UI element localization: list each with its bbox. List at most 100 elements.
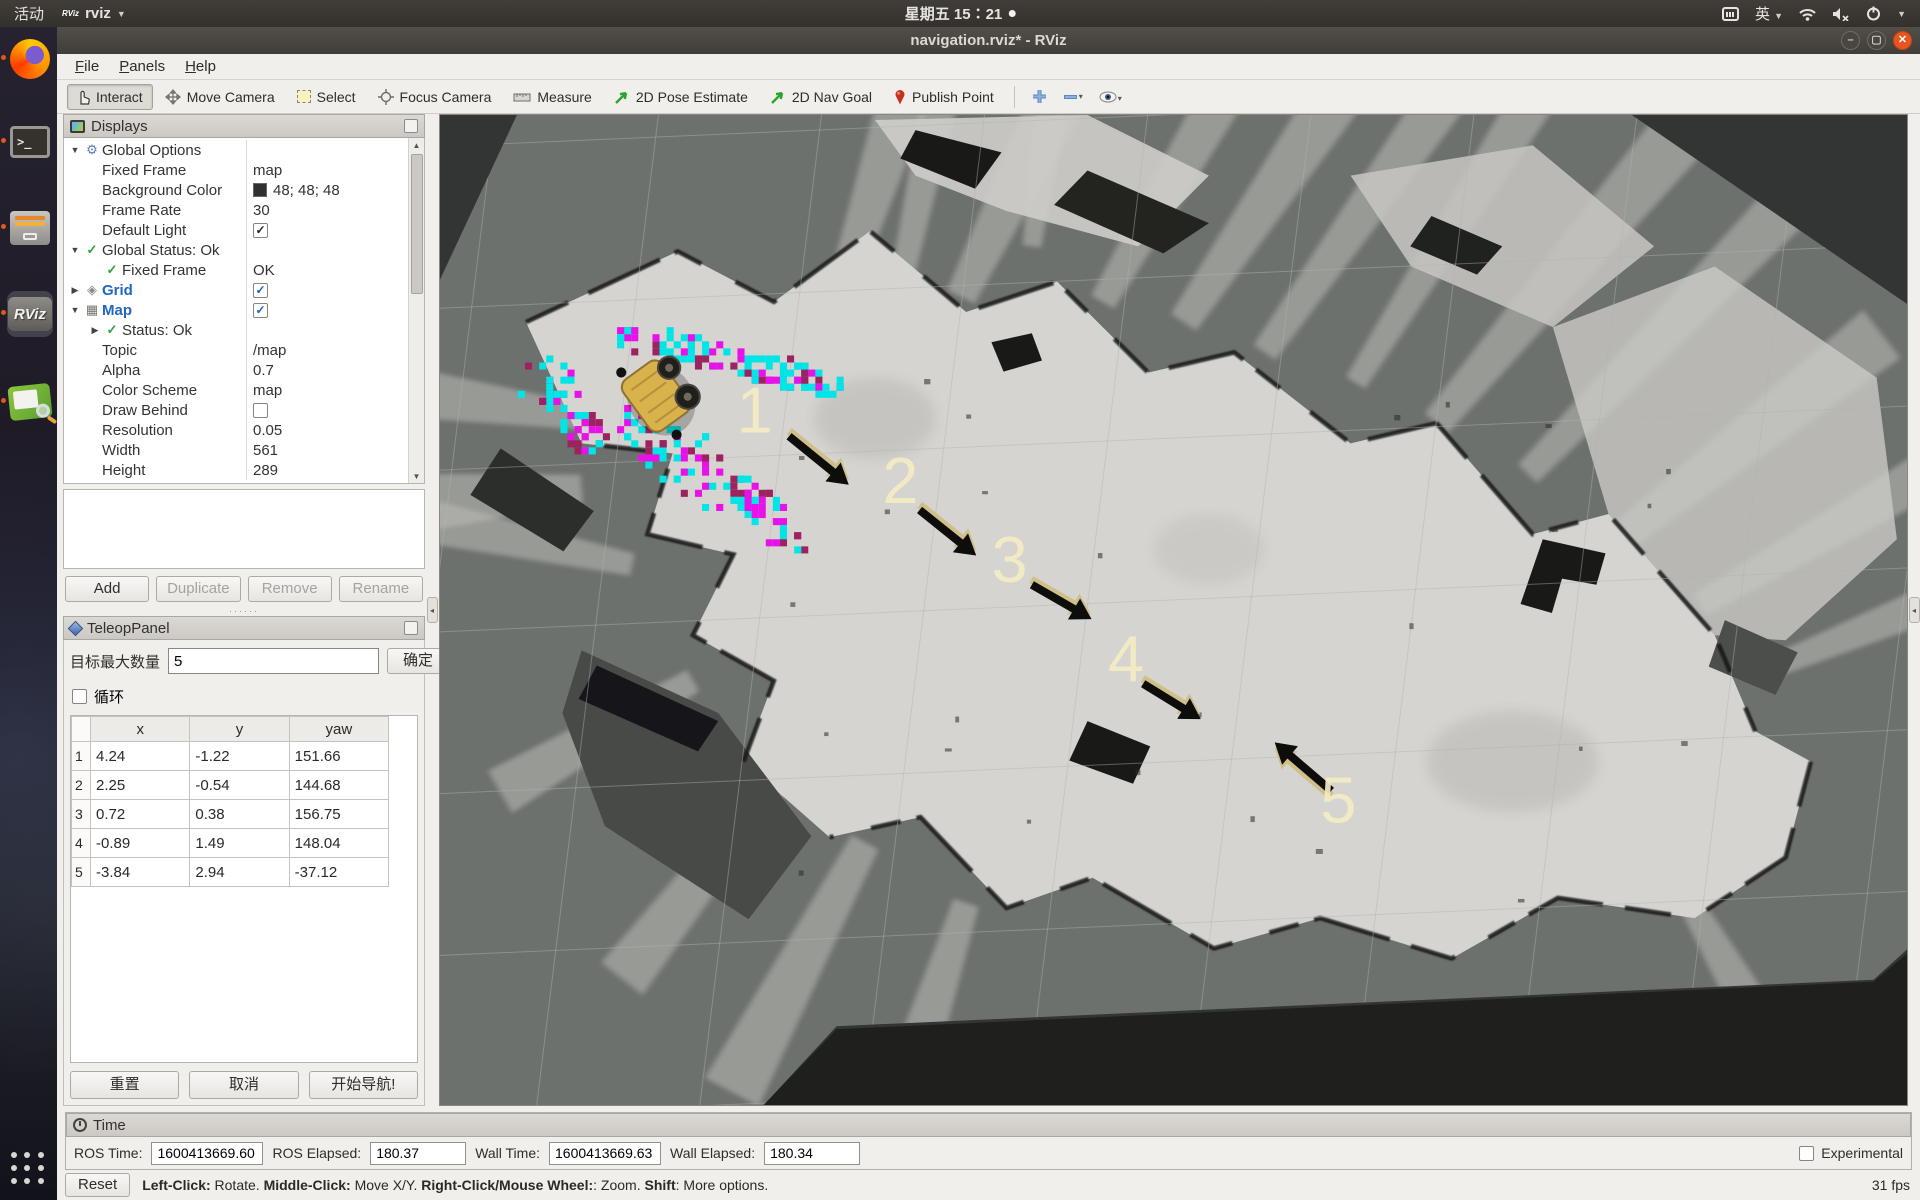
row-header[interactable]: 4 [72, 829, 91, 858]
show-applications-button[interactable] [11, 1152, 46, 1186]
scroll-thumb[interactable] [411, 154, 423, 294]
add-display-button[interactable]: Add [65, 576, 149, 602]
dock-item-terminal[interactable]: >_ [7, 119, 53, 165]
property-value[interactable]: map [246, 380, 408, 400]
cancel-button[interactable]: 取消 [189, 1071, 298, 1099]
tool-2d-nav-goal[interactable]: 2D Nav Goal [760, 84, 882, 110]
tree-scrollbar[interactable]: ▲ ▼ [408, 138, 424, 483]
property-row[interactable]: ▼▦Map✓ [64, 300, 408, 320]
map-canvas[interactable]: 12345 [440, 115, 1907, 1105]
menu-file[interactable]: File [65, 55, 109, 78]
scroll-up-icon[interactable]: ▲ [413, 138, 421, 152]
property-value[interactable] [246, 140, 408, 160]
property-row[interactable]: Alpha0.7 [64, 360, 408, 380]
property-value[interactable]: OK [246, 260, 408, 280]
waypoint-cell[interactable]: 2.94 [190, 858, 289, 887]
3d-view[interactable]: 12345 [439, 114, 1908, 1106]
activities-button[interactable]: 活动 [14, 3, 44, 24]
property-checkbox[interactable]: ✓ [253, 303, 268, 318]
waypoint-cell[interactable]: -1.22 [190, 742, 289, 771]
input-method-switcher[interactable]: 英 ▼ [1755, 3, 1783, 24]
property-value[interactable]: 561 [246, 440, 408, 460]
row-header[interactable]: 3 [72, 800, 91, 829]
tool-properties-button[interactable]: ▾ [1092, 87, 1129, 107]
waypoint-cell[interactable]: -3.84 [91, 858, 190, 887]
property-value[interactable]: ✓ [246, 220, 408, 240]
ros-elapsed-input[interactable] [370, 1142, 466, 1165]
property-row[interactable]: Draw Behind [64, 400, 408, 420]
minimize-button[interactable]: – [1841, 31, 1860, 50]
displays-panel-header[interactable]: Displays [63, 114, 425, 138]
property-value[interactable]: 48; 48; 48 [246, 180, 408, 200]
right-panel-collapse-handle[interactable]: ◂ [1909, 597, 1920, 623]
expander-icon[interactable]: ▼ [68, 245, 82, 255]
property-row[interactable]: ▶✓Status: Ok [64, 320, 408, 340]
expander-icon[interactable]: ▶ [88, 325, 102, 336]
waypoint-cell[interactable]: -0.54 [190, 771, 289, 800]
add-tool-button[interactable] [1025, 85, 1054, 108]
property-row[interactable]: ▼✓Global Status: Ok [64, 240, 408, 260]
teleop-panel-header[interactable]: TeleopPanel [63, 616, 425, 640]
wall-elapsed-input[interactable] [764, 1142, 860, 1165]
property-row[interactable]: Fixed Framemap [64, 160, 408, 180]
waypoint-cell[interactable]: 0.72 [91, 800, 190, 829]
property-checkbox[interactable]: ✓ [253, 283, 268, 298]
row-header[interactable]: 2 [72, 771, 91, 800]
property-row[interactable]: Width561 [64, 440, 408, 460]
property-value[interactable] [246, 400, 408, 420]
tool-select[interactable]: Select [287, 84, 366, 110]
waypoint-cell[interactable]: 4.24 [91, 742, 190, 771]
waypoint-cell[interactable]: 1.49 [190, 829, 289, 858]
tool-interact[interactable]: Interact [67, 84, 153, 110]
wall-time-input[interactable] [549, 1142, 661, 1165]
column-header[interactable]: x [91, 717, 190, 742]
property-row[interactable]: Height289 [64, 460, 408, 480]
goal-count-input[interactable] [168, 648, 379, 674]
tool-measure[interactable]: Measure [503, 84, 601, 110]
system-menu-chevron[interactable]: ▼ [1897, 9, 1906, 19]
property-row[interactable]: ▼⚙Global Options [64, 140, 408, 160]
waypoint-cell[interactable]: 151.66 [289, 742, 388, 771]
close-button[interactable]: ✕ [1893, 31, 1912, 50]
color-swatch[interactable] [253, 183, 267, 197]
reset-button[interactable]: Reset [65, 1173, 130, 1197]
waypoint-cell[interactable]: -37.12 [289, 858, 388, 887]
property-row[interactable]: Resolution0.05 [64, 420, 408, 440]
displays-filter-area[interactable] [63, 489, 425, 569]
scroll-down-icon[interactable]: ▼ [413, 469, 421, 483]
property-value[interactable]: ✓ [246, 300, 408, 320]
expander-icon[interactable]: ▼ [68, 305, 82, 315]
remove-tool-button[interactable]: ▾ [1056, 88, 1090, 105]
expander-icon[interactable]: ▶ [68, 285, 82, 296]
waypoint-cell[interactable]: 148.04 [289, 829, 388, 858]
row-header[interactable]: 5 [72, 858, 91, 887]
clock[interactable]: 星期五 15∶21 [905, 3, 1016, 24]
app-menu[interactable]: RViz rviz ▼ [62, 5, 126, 22]
reset-goals-button[interactable]: 重置 [70, 1071, 179, 1099]
property-checkbox[interactable]: ✓ [253, 223, 268, 238]
tool-move-camera[interactable]: Move Camera [155, 84, 285, 110]
property-value[interactable]: 0.05 [246, 420, 408, 440]
titlebar[interactable]: navigation.rviz* - RViz – ▢ ✕ [57, 27, 1920, 54]
float-panel-button[interactable] [404, 119, 418, 133]
waypoint-cell[interactable]: 0.38 [190, 800, 289, 829]
property-row[interactable]: ✓Fixed FrameOK [64, 260, 408, 280]
tool-publish-point[interactable]: Publish Point [884, 84, 1004, 110]
property-value[interactable] [246, 320, 408, 340]
column-header[interactable]: y [190, 717, 289, 742]
property-checkbox[interactable] [253, 403, 268, 418]
menu-panels[interactable]: Panels [109, 55, 175, 78]
waypoint-cell[interactable]: -0.89 [91, 829, 190, 858]
panel-splitter[interactable]: ······ [63, 606, 425, 616]
property-row[interactable]: ▶◈Grid✓ [64, 280, 408, 300]
tool-focus-camera[interactable]: Focus Camera [368, 84, 502, 110]
start-navigation-button[interactable]: 开始导航! [309, 1071, 418, 1099]
waypoint-cell[interactable]: 2.25 [91, 771, 190, 800]
property-row[interactable]: Topic/map [64, 340, 408, 360]
maximize-button[interactable]: ▢ [1867, 31, 1886, 50]
property-row[interactable]: Frame Rate30 [64, 200, 408, 220]
property-value[interactable]: map [246, 160, 408, 180]
dock-item-rviz[interactable]: RViz [7, 291, 53, 337]
menu-help[interactable]: Help [175, 55, 226, 78]
property-row[interactable]: Default Light✓ [64, 220, 408, 240]
